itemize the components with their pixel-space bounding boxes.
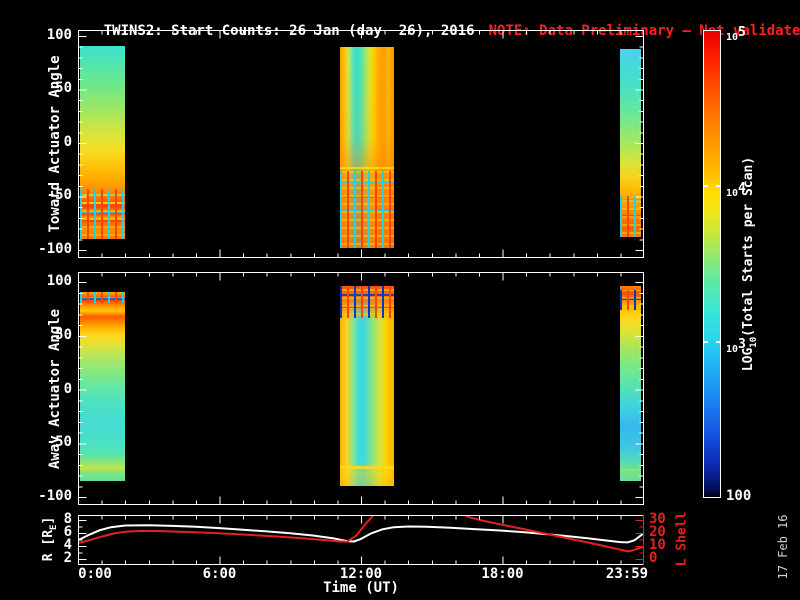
y-tick-label: 50: [55, 80, 72, 97]
colorbar-tick-label: 103: [726, 337, 746, 356]
y-tick-label: -50: [46, 187, 72, 204]
colorbar-tick-exponent: 4: [738, 181, 746, 196]
time-tick-label: 12:00: [339, 566, 383, 582]
line-plot: [78, 515, 644, 565]
spectrogram-panel-away: [78, 272, 644, 505]
y-tick-label: 0: [63, 380, 72, 397]
colorbar-tick-exponent: 3: [738, 337, 746, 352]
colorbar-tick: [716, 185, 721, 187]
lshell-tick-label: 0: [649, 550, 658, 566]
lshell-line: [461, 515, 644, 553]
axis-ticks: [78, 30, 644, 258]
colorbar-tick-base: 10: [726, 32, 739, 43]
plot-window: TWINS2: Start Counts: 26 Jan (day 26), 2…: [0, 0, 800, 600]
colorbar-tick-label: 104: [726, 181, 746, 200]
colorbar-gradient: [704, 31, 720, 497]
y-tick-label: -100: [38, 488, 72, 505]
colorbar-tick-label: 100: [726, 488, 752, 504]
spectrogram-panel-toward: [78, 30, 644, 258]
time-tick-label: 23:59: [605, 566, 649, 582]
colorbar-tick-base: 10: [726, 188, 739, 199]
colorbar-tick: [703, 341, 708, 343]
y-tick-label: 100: [46, 272, 72, 289]
colorbar: [703, 30, 721, 498]
colorbar-tick-exponent: 5: [738, 25, 746, 40]
axis-ticks: [78, 272, 644, 505]
y-tick-label: -100: [38, 240, 72, 257]
r-tick-label: 2: [63, 550, 72, 567]
colorbar-title-base: 10: [748, 336, 759, 348]
line-panel-ephemeris: [78, 515, 644, 565]
colorbar-tick-label: 105: [726, 25, 746, 44]
x-axis-label: Time (UT): [323, 580, 399, 596]
colorbar-tick-base: 10: [726, 344, 739, 355]
y-tick-label: 0: [63, 133, 72, 150]
time-tick-label: 18:00: [481, 566, 524, 582]
time-tick-label: 6:00: [202, 566, 237, 582]
r-line: [78, 524, 644, 544]
y-tick-label: 50: [55, 326, 72, 343]
colorbar-tick: [703, 185, 708, 187]
y-axis-label-lshell: L Shell: [674, 511, 690, 567]
colorbar-tick: [716, 341, 721, 343]
y-tick-label: 100: [46, 26, 72, 43]
date-stamp: 17 Feb 16: [776, 514, 790, 580]
time-tick-label: 0:00: [78, 566, 112, 582]
y-tick-label: -50: [46, 434, 72, 451]
